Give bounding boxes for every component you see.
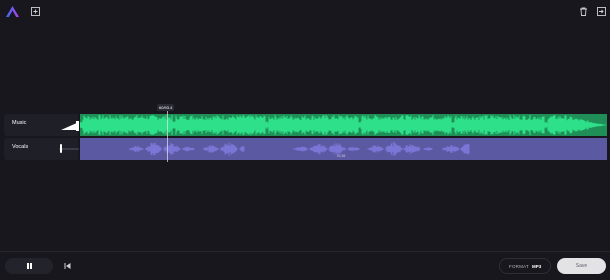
playhead[interactable] xyxy=(167,111,168,162)
pause-icon xyxy=(27,263,32,269)
track-controls-music: Music xyxy=(4,114,80,136)
music-waveform[interactable] xyxy=(80,114,607,136)
app-logo[interactable] xyxy=(5,5,20,18)
format-value: MP3 xyxy=(532,264,542,269)
track-list: Music Vocals xyxy=(0,114,610,162)
play-pause-button[interactable] xyxy=(5,258,53,274)
track-controls-vocals: Vocals xyxy=(4,138,79,160)
skip-back-icon[interactable] xyxy=(64,263,71,269)
trash-icon[interactable] xyxy=(579,7,588,16)
bottom-divider xyxy=(0,251,610,252)
vocals-volume-slider[interactable] xyxy=(59,144,79,154)
top-bar xyxy=(0,0,610,24)
exit-icon[interactable] xyxy=(597,7,606,16)
slider-knob[interactable] xyxy=(60,144,62,153)
vocal-marker-time: 01:51 xyxy=(337,154,346,158)
track-vocals: Vocals xyxy=(0,138,610,160)
slider-rail xyxy=(59,148,79,150)
track-label-music: Music xyxy=(12,120,27,126)
split-icon[interactable] xyxy=(31,7,40,16)
save-button[interactable]: Save xyxy=(557,258,606,274)
format-selector[interactable]: FORMAT MP3 xyxy=(499,258,551,274)
format-label: FORMAT xyxy=(509,264,529,269)
music-volume-level[interactable] xyxy=(60,119,80,131)
playhead-timecode: 60/93.4 xyxy=(157,104,175,111)
track-label-vocals: Vocals xyxy=(12,144,29,150)
track-music: Music xyxy=(0,114,610,136)
